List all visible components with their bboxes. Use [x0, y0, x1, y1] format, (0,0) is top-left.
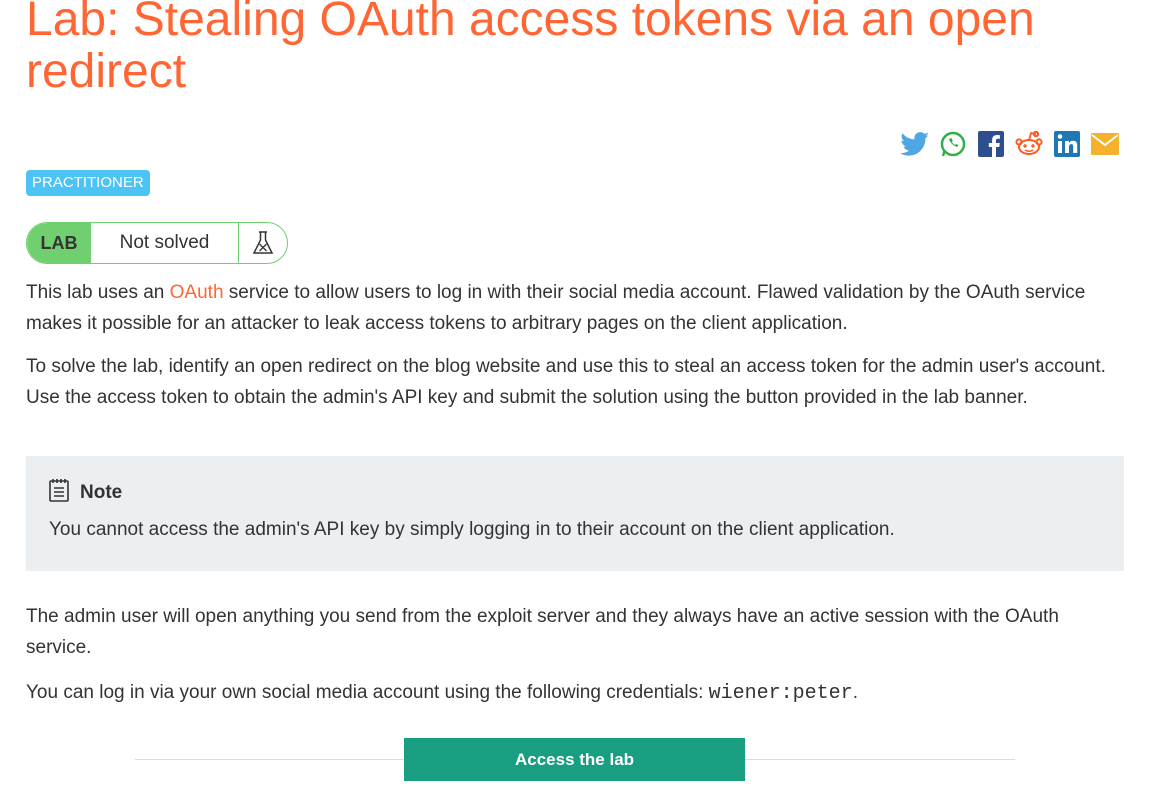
facebook-icon[interactable]	[976, 129, 1006, 159]
share-bar	[900, 129, 1120, 159]
email-icon[interactable]	[1090, 129, 1120, 159]
task-paragraph: To solve the lab, identify an open redir…	[26, 356, 1106, 408]
note-box: Note You cannot access the admin's API k…	[26, 456, 1124, 571]
credentials-paragraph: You can log in via your own social media…	[26, 677, 1126, 709]
lab-status-widget: LAB Not solved	[26, 222, 288, 264]
level-badge: PRACTITIONER	[26, 170, 150, 196]
credentials-text: You can log in via your own social media…	[26, 682, 709, 703]
notepad-icon	[48, 478, 70, 508]
note-text: You cannot access the admin's API key by…	[49, 519, 895, 540]
credentials-value: wiener:peter	[708, 682, 853, 705]
page-title: Lab: Stealing OAuth access tokens via an…	[26, 0, 1035, 98]
twitter-icon[interactable]	[900, 129, 930, 159]
note-header: Note	[48, 478, 122, 508]
access-lab-button[interactable]: Access the lab	[404, 738, 745, 781]
flask-icon	[239, 223, 287, 263]
admin-paragraph: The admin user will open anything you se…	[26, 606, 1059, 658]
whatsapp-icon[interactable]	[938, 129, 968, 159]
note-heading: Note	[80, 482, 123, 503]
linkedin-icon[interactable]	[1052, 129, 1082, 159]
credentials-suffix: .	[852, 682, 858, 703]
intro-paragraph: This lab uses an OAuth service to allow …	[26, 277, 1126, 339]
reddit-icon[interactable]	[1014, 129, 1044, 159]
oauth-link[interactable]: OAuth	[170, 282, 224, 303]
lab-status-text: Not solved	[91, 223, 239, 263]
lab-tag: LAB	[27, 223, 91, 263]
intro-text-start: This lab uses an	[26, 282, 170, 303]
